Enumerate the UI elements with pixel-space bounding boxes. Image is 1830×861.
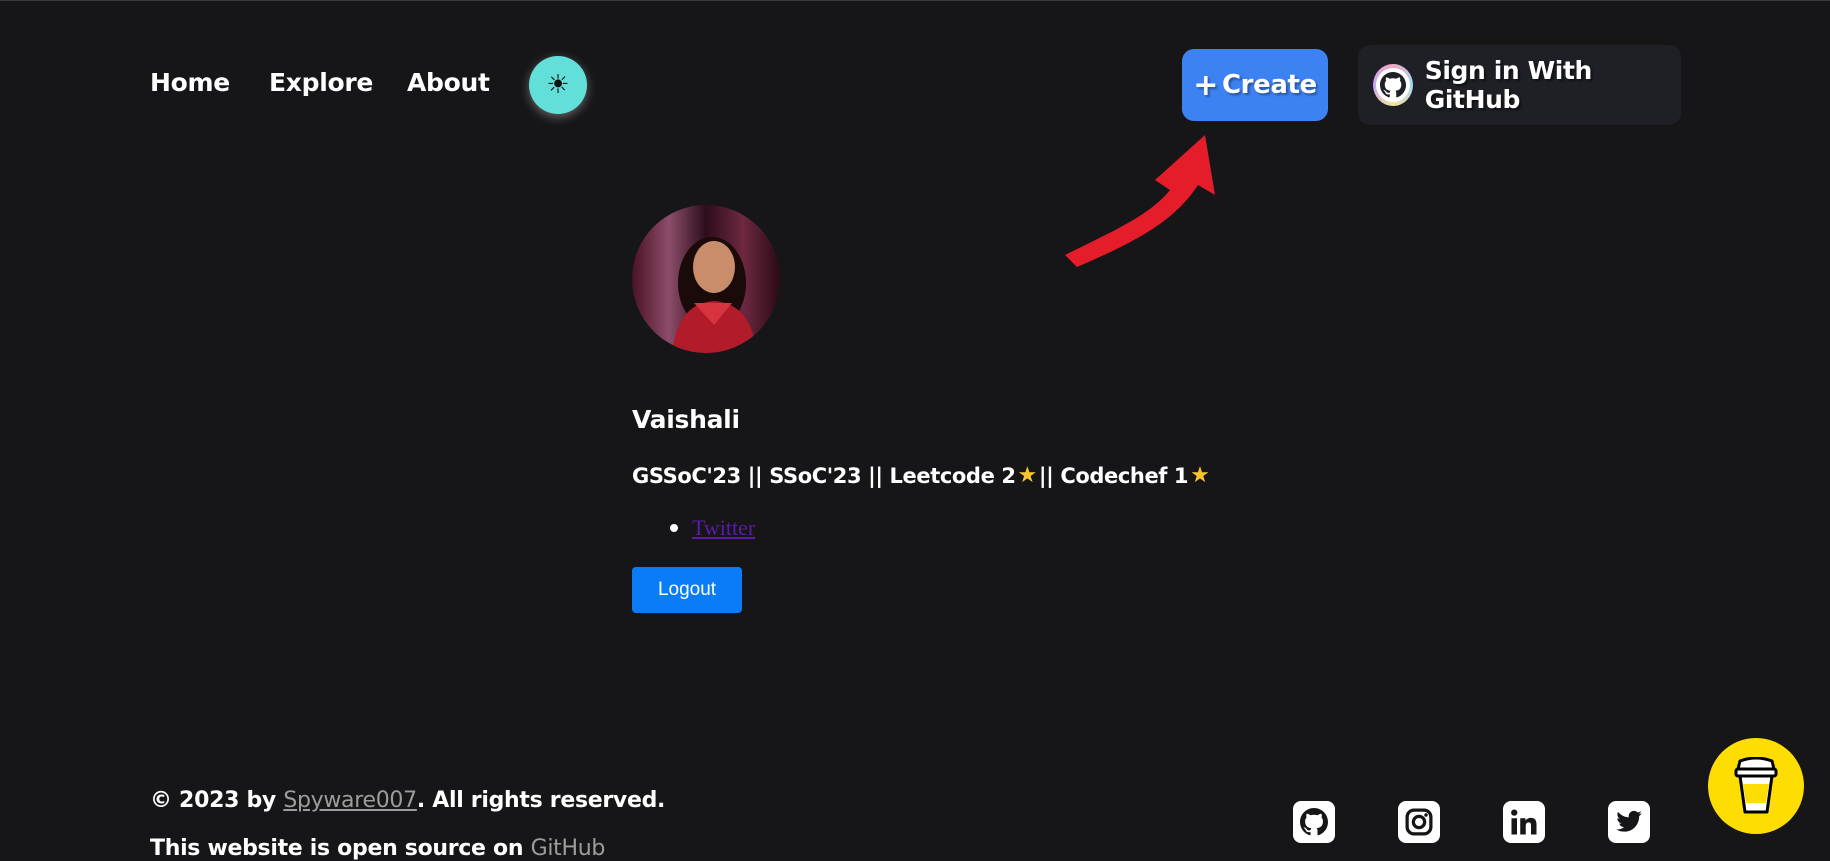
- github-icon[interactable]: [1293, 801, 1335, 843]
- nav-about-link[interactable]: About: [407, 68, 490, 97]
- star-icon: ★: [1190, 463, 1210, 488]
- linkedin-icon[interactable]: [1503, 801, 1545, 843]
- github-icon: [1373, 64, 1413, 106]
- profile-name: Vaishali: [632, 405, 740, 434]
- sun-icon: ☀: [546, 70, 570, 100]
- profile-links-list: Twitter: [670, 515, 755, 541]
- instagram-icon[interactable]: [1398, 801, 1440, 843]
- bio-text-part2: || Codechef 1: [1038, 463, 1189, 488]
- create-button-label: Create: [1222, 70, 1317, 100]
- theme-toggle-button[interactable]: ☀: [529, 56, 587, 114]
- author-link[interactable]: Spyware007: [283, 788, 417, 813]
- top-border: [0, 0, 1830, 1]
- buy-me-a-coffee-button[interactable]: [1708, 738, 1804, 834]
- bullet: [670, 524, 678, 532]
- coffee-cup-icon: [1734, 757, 1778, 814]
- github-source-link[interactable]: GitHub: [531, 836, 606, 861]
- bio-text-part1: GSSoC'23 || SSoC'23 || Leetcode 2: [632, 463, 1016, 488]
- twitter-icon[interactable]: [1608, 801, 1650, 843]
- logout-button[interactable]: Logout: [632, 567, 742, 613]
- footer-open-source: This website is open source on GitHub: [150, 836, 605, 861]
- nav-home-link[interactable]: Home: [150, 68, 230, 97]
- annotation-arrow-icon: [1065, 135, 1215, 267]
- copyright-suffix: . All rights reserved.: [416, 788, 666, 813]
- footer-copyright: © 2023 by Spyware007. All rights reserve…: [150, 788, 665, 813]
- list-item: Twitter: [670, 515, 755, 541]
- star-icon: ★: [1017, 463, 1038, 488]
- plus-icon: +: [1193, 67, 1218, 103]
- source-prefix: This website is open source on: [150, 836, 531, 861]
- nav-explore-link[interactable]: Explore: [269, 68, 373, 97]
- profile-bio: GSSoC'23 || SSoC'23 || Leetcode 2 ★ || C…: [632, 463, 1211, 488]
- avatar: [632, 205, 780, 353]
- copyright-prefix: © 2023 by: [150, 788, 284, 813]
- twitter-link[interactable]: Twitter: [692, 515, 755, 541]
- create-button[interactable]: + Create: [1182, 49, 1328, 121]
- github-signin-label: Sign in With GitHub: [1424, 56, 1593, 114]
- github-signin-button[interactable]: Sign in With GitHub: [1358, 45, 1681, 125]
